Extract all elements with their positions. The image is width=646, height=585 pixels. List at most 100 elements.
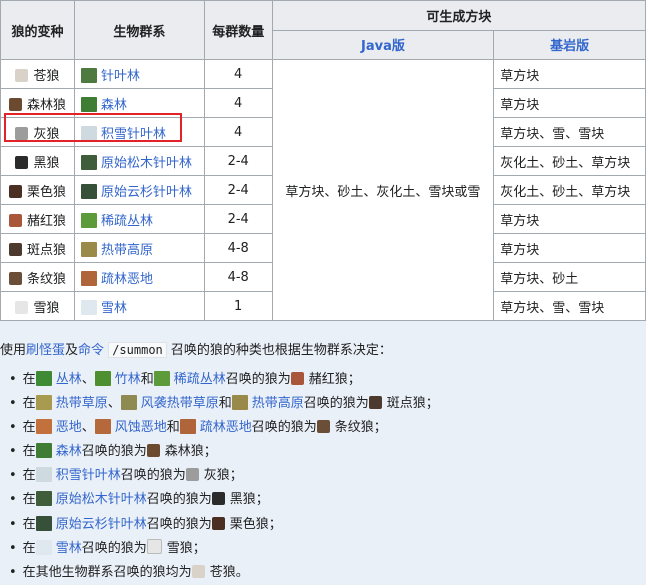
wolf-name: 灰狼 (203, 468, 230, 484)
sparse-jungle-link[interactable]: 稀疏丛林 (174, 372, 226, 387)
savanna-plateau-icon (231, 395, 248, 411)
sparse-jungle-icon (153, 371, 170, 386)
wolf-name: 雪狼 (166, 540, 193, 556)
old-growth-pine-taiga-link[interactable]: 原始松木针叶林 (56, 492, 147, 507)
variant-name: 赭红狼 (26, 213, 66, 229)
forest-link[interactable]: 森林 (56, 444, 82, 459)
header-java[interactable]: Java版 (271, 29, 495, 60)
bamboo-jungle-link[interactable]: 竹林 (115, 372, 141, 387)
badlands-link[interactable]: 恶地 (56, 420, 82, 435)
list-text: 召唤的狼为 (81, 540, 147, 556)
list-text: 召唤的狼为 (303, 396, 369, 412)
savanna-link[interactable]: 热带草原 (56, 396, 108, 411)
list-text: 和 (140, 372, 154, 387)
old-growth-spruce-taiga-link[interactable]: 原始云杉针叶林 (56, 517, 147, 532)
bedrock-blocks-cell: 草方块、砂土 (493, 262, 646, 292)
list-text: ； (255, 492, 269, 508)
snowy-wolf-icon (146, 538, 162, 554)
list-item: 在 雪林召唤的狼为 雪狼； (9, 537, 439, 561)
command-link[interactable]: 命令 (78, 343, 104, 358)
biome-link[interactable]: 疏林恶地 (101, 272, 153, 287)
biome-link[interactable]: 积雪针叶林 (101, 127, 166, 142)
savanna-icon (35, 395, 52, 411)
list-text: 、 (81, 372, 95, 387)
list-text: 在 (22, 396, 36, 412)
wolf-name: 赭红狼 (308, 372, 348, 387)
bedrock-blocks-cell: 草方块 (493, 88, 646, 118)
variant-name: 斑点狼 (26, 242, 66, 258)
forest-icon (35, 443, 52, 459)
wolf-icon (15, 68, 29, 82)
snowy-taiga-icon (80, 125, 97, 141)
jungle-link[interactable]: 丛林 (56, 372, 82, 387)
header-bedrock[interactable]: 基岩版 (493, 29, 646, 60)
sparse-jungle-icon (80, 212, 97, 228)
jungle-icon (35, 371, 52, 386)
wolf-icon (15, 126, 29, 140)
list-text: 和 (218, 396, 232, 412)
biome-link[interactable]: 热带高原 (101, 243, 153, 258)
bedrock-blocks-cell: 草方块 (493, 233, 646, 263)
list-text: 、 (81, 420, 95, 436)
badlands-icon (35, 419, 52, 435)
bedrock-blocks-cell: 灰化土、砂土、草方块 (493, 146, 646, 176)
list-text: ； (373, 420, 387, 436)
spotted-wolf-icon (368, 396, 382, 410)
snowy-forest-link[interactable]: 雪林 (56, 541, 82, 556)
count-cell: 4-8 (203, 233, 273, 263)
biome-link[interactable]: 原始松木针叶林 (101, 156, 192, 171)
list-text: 召唤的狼为 (81, 444, 147, 460)
windswept-savanna-icon (120, 395, 137, 411)
list-item: 在 原始云杉针叶林召唤的狼为 栗色狼； (9, 513, 439, 537)
bedrock-blocks-cell: 草方块 (493, 204, 646, 234)
wolf-name: 栗色狼 (229, 516, 269, 532)
list-item: 在 热带草原、 风袭热带草原和 热带高原召唤的狼为 斑点狼； (9, 392, 439, 416)
variant-name: 黑狼 (33, 155, 60, 171)
intro-text: 使用刷怪蛋及命令 /summon 召唤的狼的种类也根据生物群系决定： (0, 339, 392, 358)
header-variant: 狼的变种 (0, 0, 75, 60)
list-text: 召唤的狼为 (251, 420, 317, 436)
snowy-taiga-icon (35, 467, 52, 483)
rusty-wolf-icon (290, 372, 304, 385)
old-growth-pine-taiga-icon (80, 154, 97, 170)
biome-link[interactable]: 针叶林 (101, 69, 140, 84)
bedrock-blocks-cell: 草方块、雪、雪块 (493, 291, 646, 321)
snowy-taiga-link[interactable]: 积雪针叶林 (56, 468, 121, 483)
biome-cell: 疏林恶地 (73, 262, 205, 292)
list-text: ； (347, 372, 361, 387)
list-text: 召唤的狼为 (225, 372, 291, 387)
biome-link[interactable]: 森林 (101, 98, 127, 113)
biome-cell: 积雪针叶林 (73, 117, 205, 147)
list-item: 在 丛林、 竹林和 稀疏丛林召唤的狼为 赭红狼； (9, 368, 439, 392)
chestnut-wolf-icon (211, 516, 225, 530)
spawn-egg-link[interactable]: 刷怪蛋 (26, 343, 65, 358)
list-text: 在其他生物群系召唤的狼均为 (22, 564, 192, 580)
variant-cell: 栗色狼 (0, 175, 75, 205)
wolf-name: 黑狼 (229, 492, 256, 508)
variant-cell: 灰狼 (0, 117, 75, 147)
list-item: 在 恶地、 风蚀恶地和 疏林恶地召唤的狼为 条纹狼； (9, 416, 439, 440)
list-text: 在 (22, 444, 36, 460)
savanna-plateau-link[interactable]: 热带高原 (252, 396, 304, 411)
striped-wolf-icon (316, 420, 330, 434)
header-count: 每群数量 (203, 0, 273, 60)
variant-cell: 森林狼 (0, 88, 75, 118)
bedrock-blocks-cell: 灰化土、砂土、草方块 (493, 175, 646, 205)
list-text: 。 (235, 564, 249, 580)
variant-name: 条纹狼 (26, 271, 66, 287)
pale-wolf-icon (191, 564, 205, 578)
windswept-savanna-link[interactable]: 风袭热带草原 (141, 396, 219, 411)
biome-link[interactable]: 原始云杉针叶林 (101, 185, 192, 200)
snowy-forest-icon (35, 539, 52, 555)
list-text: 召唤的狼为 (120, 468, 186, 484)
biome-link[interactable]: 雪林 (101, 301, 127, 316)
wolf-name: 斑点狼 (386, 396, 426, 412)
wooded-badlands-link[interactable]: 疏林恶地 (200, 420, 252, 435)
eroded-badlands-link[interactable]: 风蚀恶地 (115, 420, 167, 435)
biome-link[interactable]: 稀疏丛林 (101, 214, 153, 229)
savanna-plateau-icon (80, 241, 97, 257)
black-wolf-icon (211, 492, 225, 506)
list-text: 在 (22, 540, 36, 556)
forest-icon (80, 96, 97, 112)
wolf-icon (8, 271, 22, 285)
